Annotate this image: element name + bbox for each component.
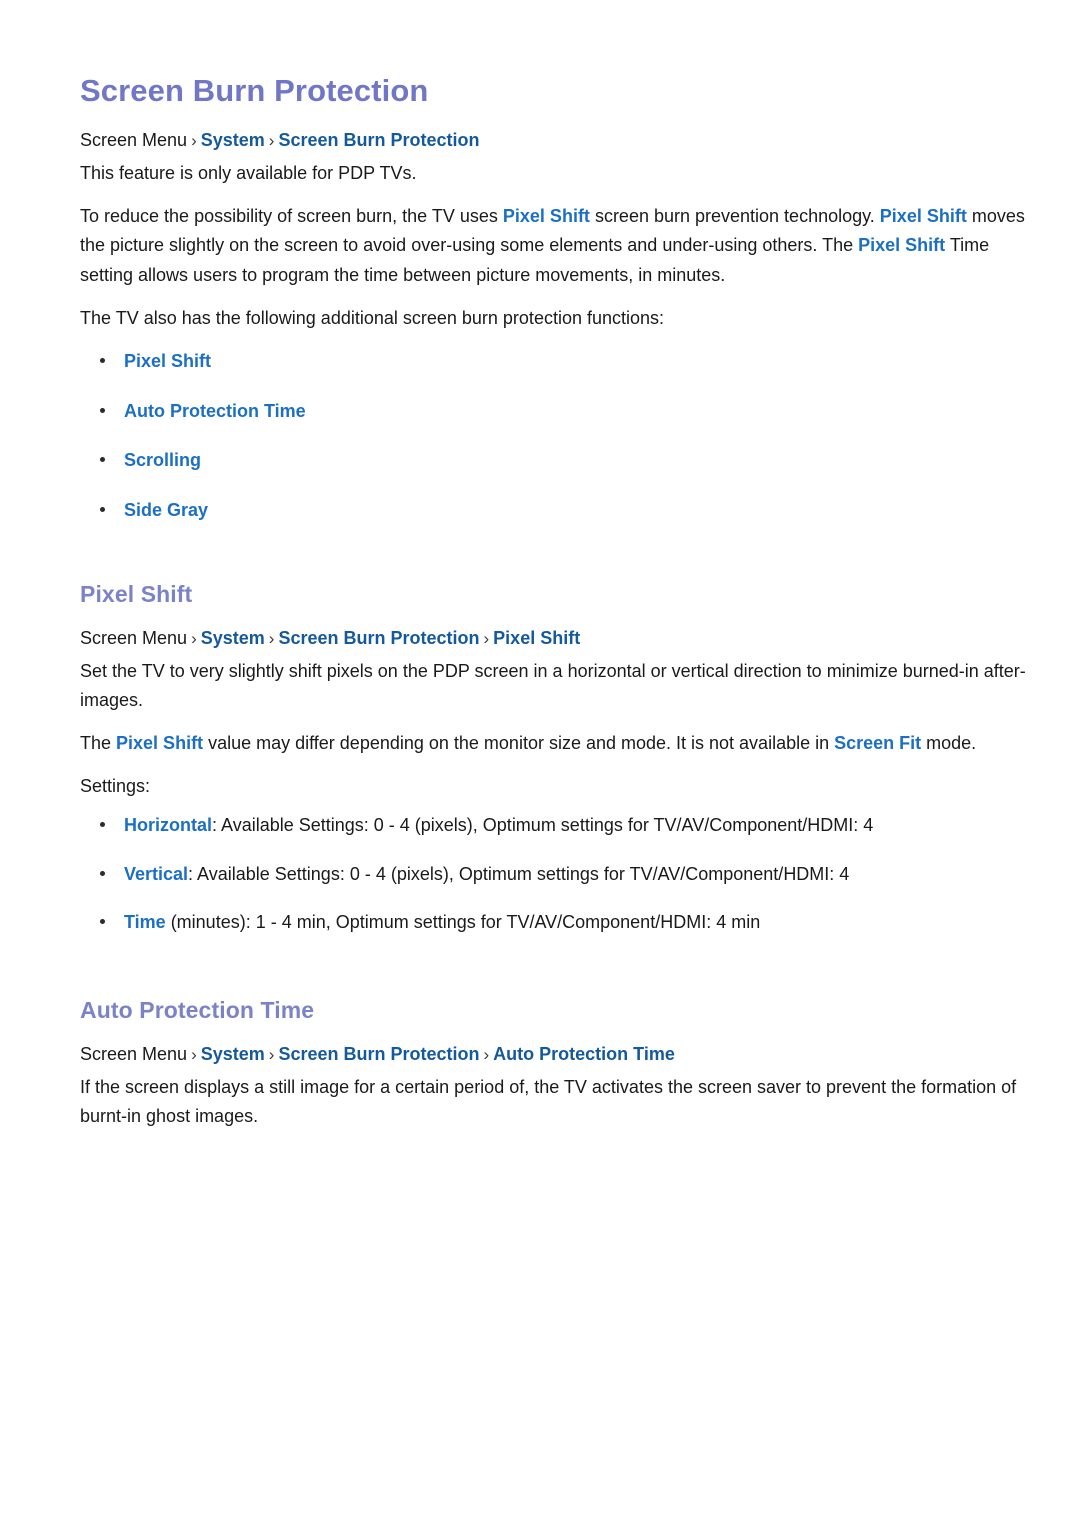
paragraph-auto-protection-desc: If the screen displays a still image for… [80,1073,1038,1131]
bullet-list-screen-burn-protection: Pixel Shift Auto Protection Time Scrolling… [80,347,1038,525]
text-run: This feature is only available for PDP T… [80,163,417,184]
breadcrumb-root: Screen Menu [80,1043,188,1064]
list-item: Pixel Shift [80,347,1038,376]
list-item-link[interactable]: Vertical [124,864,188,884]
list-item: Vertical: Available Settings: 0 - 4 (pix… [80,860,1038,889]
list-item-link[interactable]: Scrolling [124,450,201,470]
page-title: Screen Burn Protection [80,73,429,108]
breadcrumb-link[interactable]: Screen Burn Protection [278,628,479,648]
inline-link[interactable]: Pixel Shift [858,235,945,255]
list-item-link[interactable]: Horizontal [124,815,212,835]
document-page: Screen Burn Protection Screen Menu › System… [0,0,1080,1527]
bullet-dot-icon [100,507,105,513]
breadcrumb-link[interactable]: Pixel Shift [493,628,580,648]
chevron-right-icon: › [268,131,275,151]
inline-link[interactable]: Screen Fit [834,733,921,753]
list-item-text: : Available Settings: 0 - 4 (pixels), Op… [188,863,850,884]
list-item-text: : Available Settings: 0 - 4 (pixels), Op… [212,814,874,835]
breadcrumb-root: Screen Menu [80,627,188,648]
breadcrumb-link[interactable]: Auto Protection Time [493,1044,675,1064]
paragraph-pixel-shift-desc: Set the TV to very slightly shift pixels… [80,657,1038,715]
bullet-list-pixel-shift: Horizontal: Available Settings: 0 - 4 (p… [80,811,1038,937]
list-item-text: (minutes): 1 - 4 min, Optimum settings f… [165,912,761,933]
text-run: screen burn prevention technology. [589,206,880,227]
section-screen-burn-protection: Screen Burn Protection Screen Menu › System… [80,72,1038,525]
chevron-right-icon: › [483,1044,490,1064]
text-run: value may differ depending on the monito… [203,732,835,753]
breadcrumb-link[interactable]: Screen Burn Protection [278,1044,479,1064]
paragraph-pixel-shift-note: The Pixel Shift value may differ dependi… [80,729,1038,758]
chevron-right-icon: › [483,628,490,648]
text-run: If the screen displays a still image for… [80,1076,1017,1126]
breadcrumb: Screen Menu › System › Screen Burn Protectio… [80,625,1038,653]
bullet-dot-icon [100,407,105,413]
section-heading-auto-protection-time: Auto Protection Time [80,997,315,1024]
settings-label: Settings: [80,776,151,796]
sections-container: Screen Burn Protection Screen Menu › System… [80,72,1038,1131]
text-run: The [80,732,117,753]
chevron-right-icon: › [268,628,275,648]
list-item-link[interactable]: Pixel Shift [124,351,211,371]
chevron-right-icon: › [268,1044,275,1064]
list-item: Auto Protection Time [80,397,1038,426]
list-item-link[interactable]: Side Gray [124,500,208,520]
paragraph-availability: This feature is only available for PDP T… [80,159,1038,188]
breadcrumb-link[interactable]: System [201,1044,265,1064]
text-run: To reduce the possibility of screen burn… [80,206,503,227]
breadcrumb-root: Screen Menu [80,130,188,151]
bullet-dot-icon [100,870,105,876]
chevron-right-icon: › [191,131,197,151]
breadcrumb-link[interactable]: System [201,628,265,648]
breadcrumb: Screen Menu › System › Screen Burn Protectio… [80,127,1038,155]
chevron-right-icon: › [191,1044,197,1064]
breadcrumb: Screen Menu › System › Screen Burn Protectio… [80,1041,1038,1069]
list-item: Scrolling [80,446,1038,475]
bullet-dot-icon [100,821,105,827]
chevron-right-icon: › [191,628,197,648]
paragraph-additional-functions-lead: The TV also has the following additional… [80,304,1038,333]
text-run: mode. [921,732,977,753]
list-item: Horizontal: Available Settings: 0 - 4 (p… [80,811,1038,840]
text-run: Set the TV to very slightly shift pixels… [80,660,1026,710]
inline-link[interactable]: Pixel Shift [503,206,590,226]
section-heading-pixel-shift: Pixel Shift [80,581,193,608]
breadcrumb-link[interactable]: Screen Burn Protection [278,130,479,150]
paragraph-pixel-shift-intro: To reduce the possibility of screen burn… [80,202,1038,289]
breadcrumb-link[interactable]: System [201,130,265,150]
section-auto-protection-time: Auto Protection Time Screen Menu › System › S… [80,997,1038,1131]
text-run: The TV also has the following additional… [80,307,665,328]
inline-link[interactable]: Pixel Shift [116,733,203,753]
inline-link[interactable]: Pixel Shift [880,206,967,226]
list-item-link[interactable]: Time [124,912,166,932]
list-item: Time (minutes): 1 - 4 min, Optimum setti… [80,908,1038,937]
bullet-dot-icon [100,919,105,925]
section-pixel-shift: Pixel Shift Screen Menu › System › Screen Bur… [80,581,1038,937]
bullet-dot-icon [100,457,105,463]
bullet-dot-icon [100,357,105,363]
list-item: Side Gray [80,496,1038,525]
list-item-link[interactable]: Auto Protection Time [124,401,306,421]
